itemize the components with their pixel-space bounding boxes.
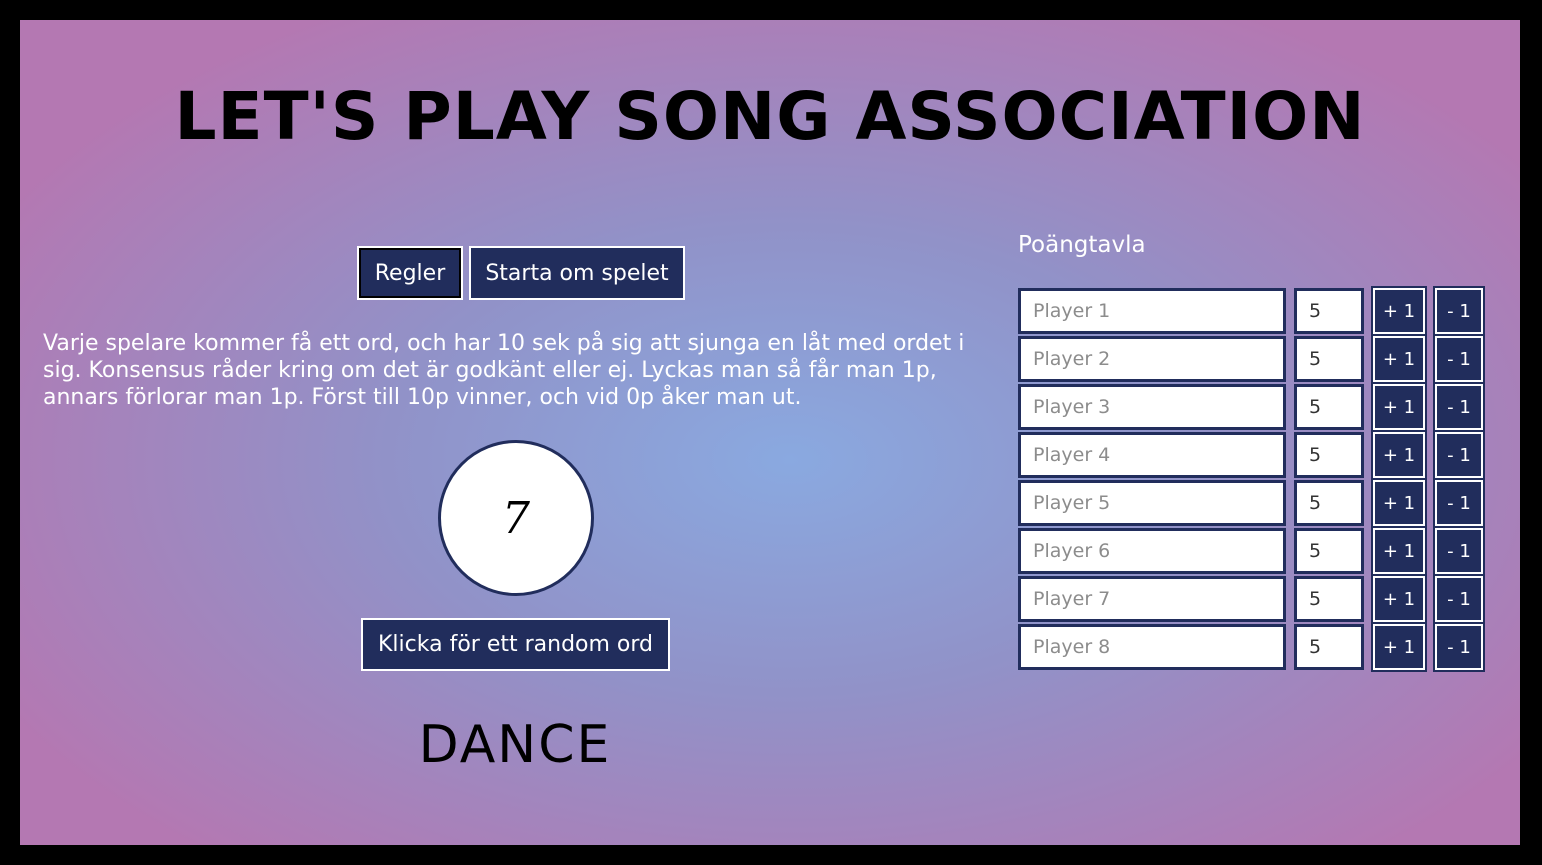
page-title: LET'S PLAY SONG ASSOCIATION <box>174 78 1366 155</box>
scoreboard-title: Poängtavla <box>1018 232 1146 258</box>
current-word: DANCE <box>418 715 612 775</box>
player-name-field[interactable]: Player 2 <box>1018 336 1286 382</box>
add-point-button[interactable]: + 1 <box>1371 622 1427 672</box>
add-point-button[interactable]: + 1 <box>1371 382 1427 432</box>
rules-button[interactable]: Regler <box>357 246 463 300</box>
player-name-field[interactable]: Player 3 <box>1018 384 1286 430</box>
add-point-button[interactable]: + 1 <box>1371 286 1427 336</box>
remove-point-button[interactable]: - 1 <box>1433 334 1485 384</box>
add-point-button[interactable]: + 1 <box>1371 574 1427 624</box>
player-score-field[interactable]: 5 <box>1294 528 1364 574</box>
add-point-button[interactable]: + 1 <box>1371 526 1427 576</box>
rules-text: Varje spelare kommer få ett ord, och har… <box>43 331 965 410</box>
player-name-field[interactable]: Player 1 <box>1018 288 1286 334</box>
remove-point-button[interactable]: - 1 <box>1433 286 1485 336</box>
player-name-field[interactable]: Player 6 <box>1018 528 1286 574</box>
player-score-field[interactable]: 5 <box>1294 384 1364 430</box>
add-point-button[interactable]: + 1 <box>1371 334 1427 384</box>
add-point-button[interactable]: + 1 <box>1371 478 1427 528</box>
player-name-field[interactable]: Player 8 <box>1018 624 1286 670</box>
player-score-field[interactable]: 5 <box>1294 480 1364 526</box>
timer-value: 7 <box>502 492 530 544</box>
player-score-field[interactable]: 5 <box>1294 624 1364 670</box>
remove-point-button[interactable]: - 1 <box>1433 478 1485 528</box>
player-name-field[interactable]: Player 7 <box>1018 576 1286 622</box>
random-word-button[interactable]: Klicka för ett random ord <box>361 618 670 671</box>
player-score-field[interactable]: 5 <box>1294 576 1364 622</box>
player-score-field[interactable]: 5 <box>1294 288 1364 334</box>
player-name-field[interactable]: Player 5 <box>1018 480 1286 526</box>
player-score-field[interactable]: 5 <box>1294 336 1364 382</box>
restart-button[interactable]: Starta om spelet <box>469 246 685 300</box>
remove-point-button[interactable]: - 1 <box>1433 526 1485 576</box>
countdown-timer: 7 <box>438 440 594 596</box>
remove-point-button[interactable]: - 1 <box>1433 382 1485 432</box>
remove-point-button[interactable]: - 1 <box>1433 430 1485 480</box>
add-point-button[interactable]: + 1 <box>1371 430 1427 480</box>
remove-point-button[interactable]: - 1 <box>1433 574 1485 624</box>
player-score-field[interactable]: 5 <box>1294 432 1364 478</box>
player-name-field[interactable]: Player 4 <box>1018 432 1286 478</box>
game-canvas: LET'S PLAY SONG ASSOCIATION Regler Start… <box>20 20 1520 845</box>
remove-point-button[interactable]: - 1 <box>1433 622 1485 672</box>
